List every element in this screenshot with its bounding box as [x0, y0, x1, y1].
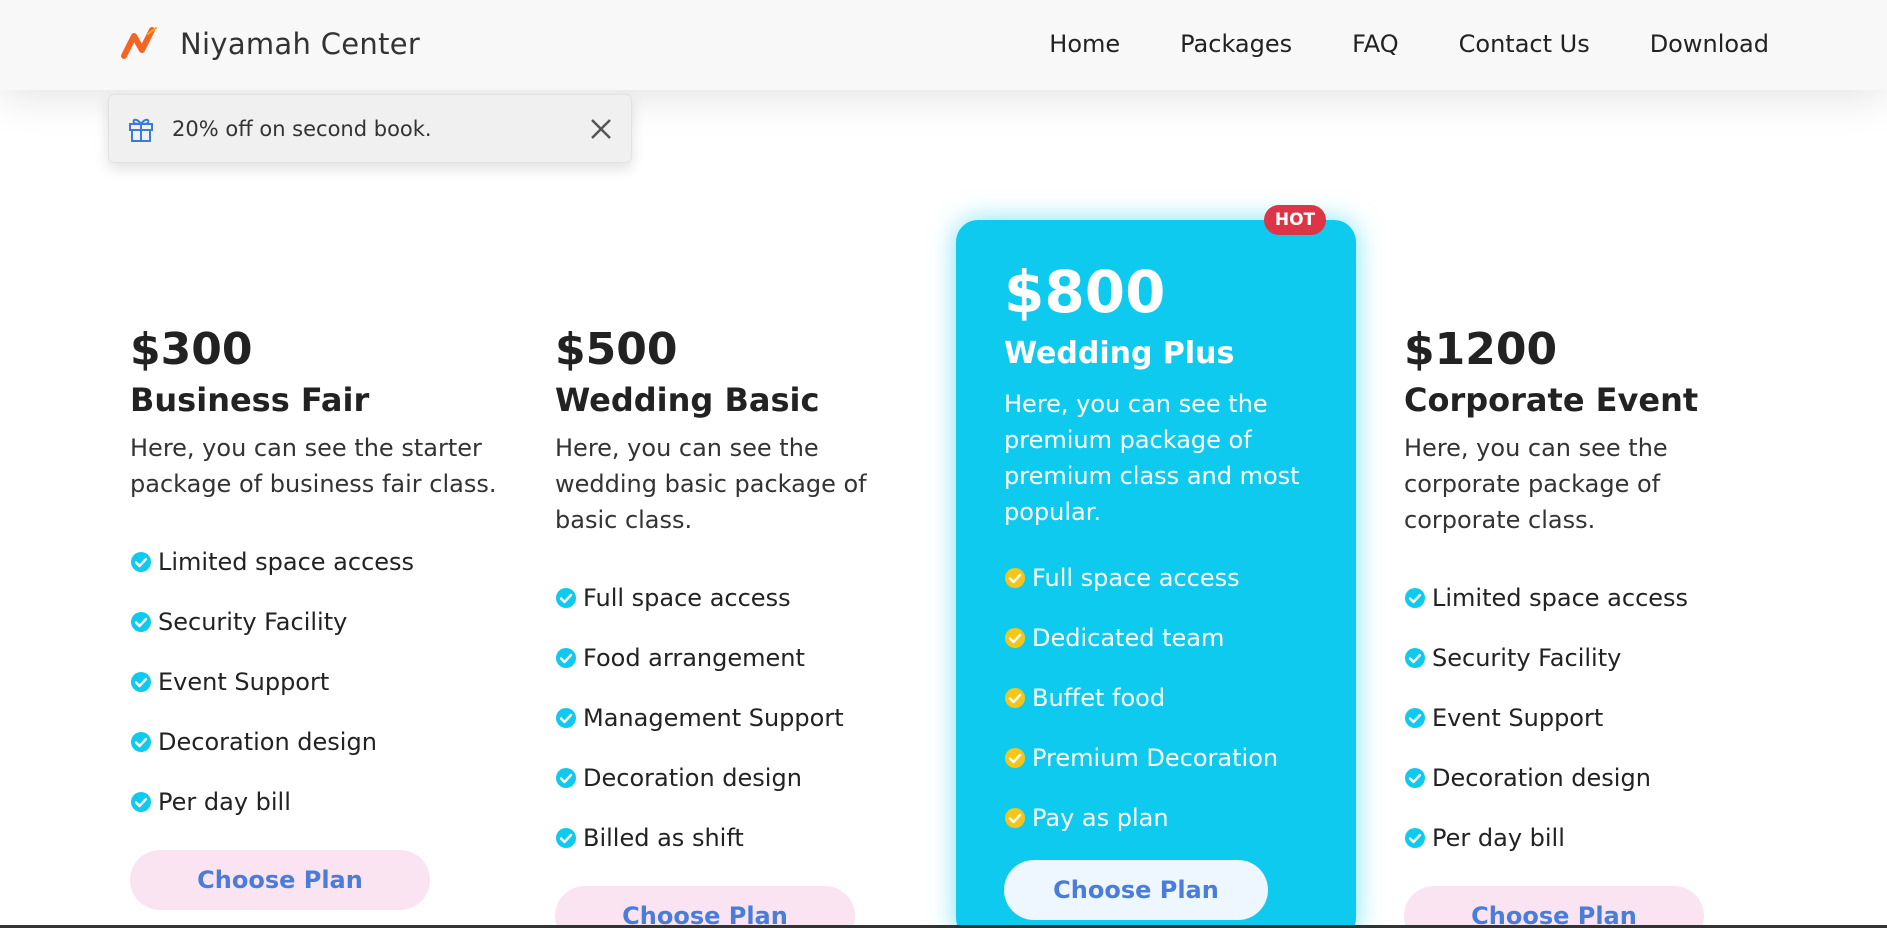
- plan-description: Here, you can see the wedding basic pack…: [555, 434, 867, 534]
- check-circle-icon: [131, 552, 151, 572]
- plan-description: Here, you can see the corporate package …: [1404, 434, 1668, 534]
- nav-link-contact-us[interactable]: Contact Us: [1459, 26, 1590, 62]
- feature-text: Full space access: [583, 584, 791, 612]
- feature-item: Management Support: [555, 688, 895, 748]
- check-circle-icon: [1005, 568, 1025, 588]
- choose-plan-button[interactable]: Choose Plan: [1004, 860, 1268, 920]
- brand-name: Niyamah Center: [180, 27, 421, 61]
- plan-description: Here, you can see the starter package of…: [130, 434, 497, 498]
- feature-text: Event Support: [1432, 704, 1604, 732]
- plan-description: Here, you can see the premium package of…: [1004, 390, 1300, 526]
- feature-text: Billed as shift: [583, 824, 744, 852]
- brand-logo-icon: [121, 27, 157, 59]
- feature-text: Management Support: [583, 704, 844, 732]
- nav-link-faq[interactable]: FAQ: [1352, 26, 1399, 62]
- nav-link-home[interactable]: Home: [1049, 26, 1120, 62]
- feature-text: Food arrangement: [583, 644, 805, 672]
- feature-item: Premium Decoration: [1004, 728, 1356, 788]
- plan-card-business-fair: $300 Business Fair Here, you can see the…: [130, 324, 500, 910]
- feature-item: Security Facility: [1404, 628, 1744, 688]
- check-circle-icon: [1005, 748, 1025, 768]
- check-circle-icon: [1005, 688, 1025, 708]
- check-circle-icon: [1405, 648, 1425, 668]
- feature-item: Event Support: [130, 652, 500, 712]
- feature-text: Full space access: [1032, 564, 1240, 592]
- feature-item: Event Support: [1404, 688, 1744, 748]
- plan-name: Corporate Event: [1404, 381, 1699, 419]
- feature-item: Security Facility: [130, 592, 500, 652]
- plan-card-wedding-basic: $500 Wedding Basic Here, you can see the…: [555, 324, 895, 928]
- feature-item: Billed as shift: [555, 808, 895, 868]
- feature-list: Full space access Food arrangement Manag…: [555, 568, 895, 868]
- hot-badge: HOT: [1264, 205, 1326, 235]
- plan-card-corporate-event: $1200 Corporate Event Here, you can see …: [1404, 324, 1744, 928]
- feature-item: Limited space access: [1404, 568, 1744, 628]
- feature-item: Decoration design: [130, 712, 500, 772]
- feature-text: Security Facility: [1432, 644, 1622, 672]
- feature-text: Decoration design: [1432, 764, 1651, 792]
- feature-text: Premium Decoration: [1032, 744, 1279, 772]
- check-circle-icon: [556, 708, 576, 728]
- plan-price: $800: [1004, 258, 1166, 326]
- feature-text: Decoration design: [158, 728, 377, 756]
- feature-text: Per day bill: [158, 788, 291, 816]
- feature-list: Limited space access Security Facility E…: [1404, 568, 1744, 868]
- feature-item: Pay as plan: [1004, 788, 1356, 848]
- feature-text: Buffet food: [1032, 684, 1166, 712]
- feature-item: Buffet food: [1004, 668, 1356, 728]
- feature-text: Security Facility: [158, 608, 348, 636]
- plan-name: Wedding Plus: [1004, 336, 1235, 371]
- feature-item: Full space access: [1004, 548, 1356, 608]
- navbar: Niyamah Center Home Packages FAQ Contact…: [0, 0, 1887, 90]
- plan-price: $1200: [1404, 324, 1558, 375]
- check-circle-icon: [1005, 628, 1025, 648]
- feature-item: Limited space access: [130, 532, 500, 592]
- check-circle-icon: [1405, 768, 1425, 788]
- feature-item: Per day bill: [130, 772, 500, 832]
- check-circle-icon: [131, 612, 151, 632]
- nav-links: Home Packages FAQ Contact Us Download: [989, 26, 1769, 62]
- check-circle-icon: [1405, 588, 1425, 608]
- check-circle-icon: [556, 828, 576, 848]
- feature-item: Per day bill: [1404, 808, 1744, 868]
- check-circle-icon: [131, 732, 151, 752]
- plan-card-wedding-plus: HOT $800 Wedding Plus Here, you can see …: [956, 205, 1356, 928]
- feature-item: Full space access: [555, 568, 895, 628]
- feature-text: Pay as plan: [1032, 804, 1169, 832]
- close-icon[interactable]: [587, 115, 615, 143]
- feature-text: Event Support: [158, 668, 330, 696]
- check-circle-icon: [1405, 828, 1425, 848]
- plan-name: Business Fair: [130, 381, 370, 419]
- feature-item: Food arrangement: [555, 628, 895, 688]
- feature-item: Dedicated team: [1004, 608, 1356, 668]
- nav-link-packages[interactable]: Packages: [1180, 26, 1292, 62]
- check-circle-icon: [131, 672, 151, 692]
- nav-link-download[interactable]: Download: [1650, 26, 1769, 62]
- plan-name: Wedding Basic: [555, 381, 820, 419]
- choose-plan-button[interactable]: Choose Plan: [555, 886, 855, 928]
- gift-icon: [129, 118, 153, 142]
- feature-text: Limited space access: [158, 548, 415, 576]
- feature-text: Per day bill: [1432, 824, 1565, 852]
- check-circle-icon: [1005, 808, 1025, 828]
- feature-item: Decoration design: [1404, 748, 1744, 808]
- check-circle-icon: [556, 648, 576, 668]
- check-circle-icon: [131, 792, 151, 812]
- feature-text: Dedicated team: [1032, 624, 1225, 652]
- check-circle-icon: [556, 768, 576, 788]
- brand[interactable]: Niyamah Center: [120, 22, 420, 66]
- check-circle-icon: [556, 588, 576, 608]
- feature-text: Decoration design: [583, 764, 802, 792]
- choose-plan-button[interactable]: Choose Plan: [1404, 886, 1704, 928]
- choose-plan-button[interactable]: Choose Plan: [130, 850, 430, 910]
- toast-message: 20% off on second book.: [172, 116, 432, 141]
- plan-price: $300: [130, 324, 253, 375]
- feature-list: Full space access Dedicated team Buffet …: [1004, 548, 1356, 848]
- feature-list: Limited space access Security Facility E…: [130, 532, 500, 832]
- promo-toast: 20% off on second book.: [108, 94, 632, 163]
- plan-price: $500: [555, 324, 678, 375]
- check-circle-icon: [1405, 708, 1425, 728]
- feature-item: Decoration design: [555, 748, 895, 808]
- feature-text: Limited space access: [1432, 584, 1689, 612]
